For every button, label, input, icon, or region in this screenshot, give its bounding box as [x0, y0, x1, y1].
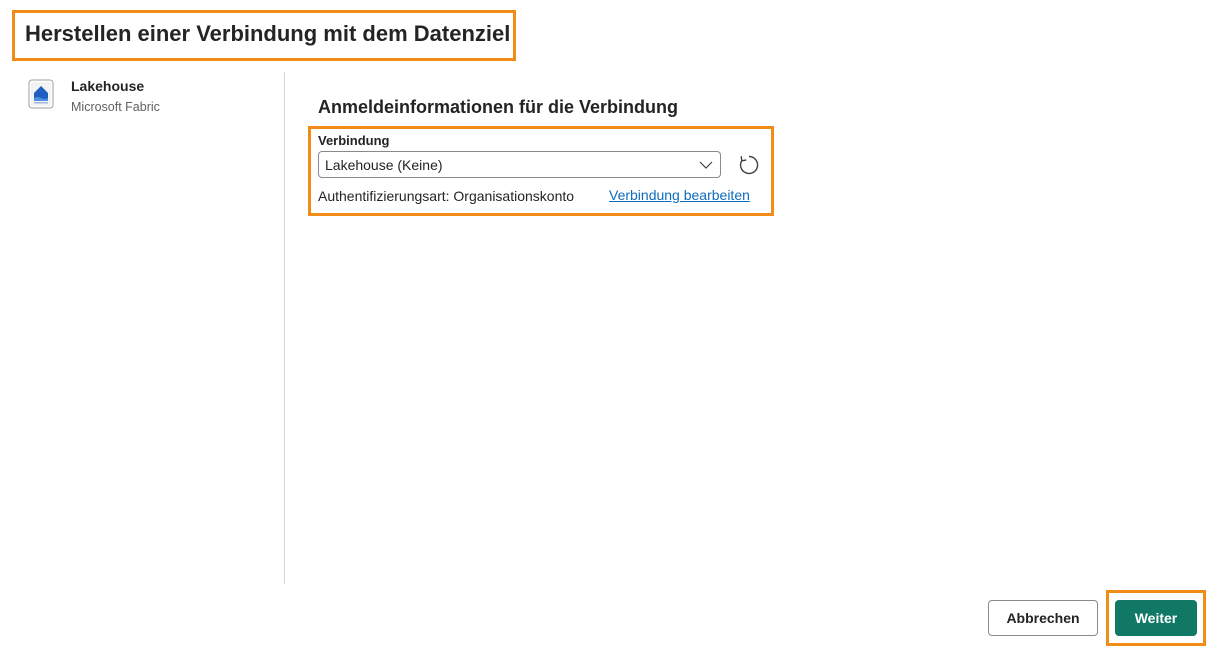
source-name: Lakehouse	[71, 78, 145, 94]
dialog-title: Herstellen einer Verbindung mit dem Date…	[25, 21, 511, 46]
connection-select-value: Lakehouse (Keine)	[325, 157, 443, 173]
connection-select[interactable]: Lakehouse (Keine)	[318, 151, 721, 178]
connection-label: Verbindung	[318, 133, 390, 148]
refresh-icon[interactable]	[737, 153, 761, 177]
sidebar-item-lakehouse[interactable]: Lakehouse Microsoft Fabric	[28, 76, 278, 116]
cancel-button[interactable]: Abbrechen	[988, 600, 1098, 636]
auth-type-text: Authentifizierungsart: Organisationskont…	[318, 188, 575, 204]
section-title: Anmeldeinformationen für die Verbindung	[318, 97, 679, 117]
chevron-down-icon	[698, 157, 714, 173]
edit-connection-link[interactable]: Verbindung bearbeiten	[609, 187, 750, 203]
lakehouse-icon	[28, 79, 54, 109]
sidebar: Lakehouse Microsoft Fabric	[0, 72, 285, 584]
source-provider: Microsoft Fabric	[71, 100, 160, 114]
next-button[interactable]: Weiter	[1115, 600, 1197, 636]
